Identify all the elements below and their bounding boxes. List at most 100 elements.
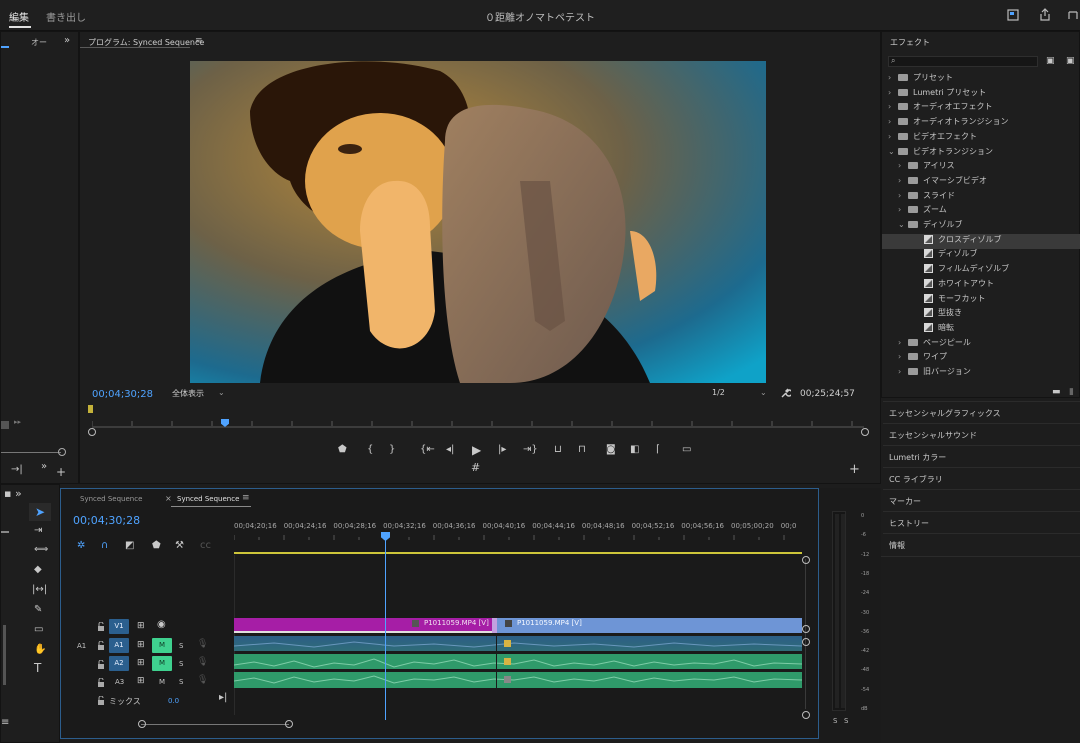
timeline-horizontal-scroll[interactable] [141,724,289,725]
work-area-bar[interactable] [234,552,802,554]
mark-out-icon[interactable]: } [389,445,395,455]
share-icon[interactable] [1039,8,1051,21]
selection-tool[interactable]: ➤ [29,503,51,521]
lock-icon[interactable] [97,622,105,631]
effects-tree-item[interactable]: ⌄ ビデオトランジション [882,146,1080,161]
mic-icon[interactable]: 🎙 [197,657,208,667]
effects-tree-item[interactable]: › イマーシブビデオ [882,175,1080,190]
video-clip-1[interactable]: P1011059.MP4 [V] [234,618,492,633]
chevron-right-icon[interactable]: › [898,191,908,200]
hand-icon[interactable]: ✋ [34,645,46,655]
timeline-vertical-scroll[interactable] [805,559,806,709]
snap-icon[interactable]: ∩ [101,541,108,551]
go-to-in-icon[interactable]: {⇤ [420,445,435,455]
vertical-scroll-knob-1[interactable] [802,556,810,564]
grid-icon[interactable]: # [471,462,480,473]
marker-icon[interactable]: ⬟ [338,445,347,455]
go-to-out-icon[interactable]: ⇥} [523,445,538,455]
effects-tree-item[interactable]: ⌄ ディゾルブ [882,219,1080,234]
vertical-scroll-knob-3[interactable] [802,638,810,646]
step-forward-icon[interactable]: |▸ [498,445,506,455]
timeline-ruler[interactable]: 00;04;20;16 00;04;24;16 00;04;28;16 00;04;3… [234,522,804,536]
go-to-end-icon[interactable]: ▸| [219,693,227,703]
chevron-right-icon[interactable]: › [898,176,908,185]
panel-overflow-icon-2[interactable]: » [41,462,47,472]
chevron-right-icon[interactable]: › [898,352,908,361]
video-clip-2[interactable]: P1011059.MP4 [V] [497,618,802,633]
effects-tree-item[interactable]: › プリセット [882,72,1080,87]
trim-icon[interactable]: ⌈ [656,445,660,455]
new-folder-icon[interactable]: ▬ [1052,387,1061,397]
panel-overflow-icon[interactable]: » [64,36,70,46]
eye-icon[interactable]: ◉ [157,620,166,630]
timeline-tab-1[interactable]: Synced Sequence [80,495,142,503]
a2-solo-button[interactable]: S [179,660,183,668]
add-marker-icon[interactable]: ⬟ [152,541,161,551]
v1-target-button[interactable]: V1 [109,619,129,634]
effects-tree-item[interactable]: 型抜き [882,307,1080,322]
chevron-right-icon[interactable]: › [888,102,898,111]
effects-tree-item[interactable]: ホワイトアウト [882,278,1080,293]
camera-icon[interactable]: ◙ [606,445,616,455]
vertical-scroll-knob-2[interactable] [802,625,810,633]
side-panel-tab[interactable]: ヒストリー [883,511,1080,532]
mic-icon[interactable]: 🎙 [197,675,208,685]
timeline-timecode[interactable]: 00;04;30;28 [73,514,140,527]
a1-target-button[interactable]: A1 [109,638,129,653]
new-custom-bin-icon[interactable]: ▣ [1066,56,1075,66]
zoom-left-knob[interactable] [88,428,96,436]
side-panel-tab[interactable]: 情報 [883,533,1080,554]
pen-icon[interactable]: ✎ [34,605,42,615]
mark-in-icon[interactable]: { [367,445,373,455]
effects-tree-item[interactable]: › スライド [882,190,1080,205]
effects-tree-item[interactable]: › ズーム [882,204,1080,219]
side-panel-tab[interactable]: マーカー [883,489,1080,510]
chevron-right-icon[interactable]: › [898,338,908,347]
effects-tree-item[interactable]: クロスディゾルブ [882,233,1080,249]
lock-icon[interactable] [97,641,105,650]
close-icon[interactable]: × [165,494,172,503]
panel-menu-icon[interactable]: ▪ [4,488,11,499]
side-panel-tab[interactable]: エッセンシャルサウンド [883,423,1080,444]
a1-solo-button[interactable]: S [179,642,183,650]
a1-source-label[interactable]: A1 [77,642,86,650]
side-panel-tab[interactable]: CC ライブラリ [883,467,1080,488]
chevron-right-icon[interactable]: › [888,132,898,141]
sync-lock-icon[interactable]: ⊞ [137,658,145,668]
play-icon[interactable]: ▶ [472,444,481,456]
wrench-icon[interactable] [780,388,791,399]
panel-menu-icon[interactable]: ≡ [242,493,250,503]
left-scrollbar[interactable] [3,625,6,685]
effects-tree-item[interactable]: › アイリス [882,160,1080,175]
a2-target-button[interactable]: A2 [109,656,129,671]
effects-tree-item[interactable]: モーフカット [882,293,1080,308]
left-panel-slider-knob[interactable] [58,448,66,456]
panel-overflow-icon[interactable]: » [15,488,22,499]
add-button-icon[interactable]: + [849,463,860,476]
timeline-settings-icon[interactable]: ⚒ [175,541,184,551]
chevron-right-icon[interactable]: › [898,367,908,376]
lock-icon[interactable] [97,660,105,669]
side-panel-tab[interactable]: Lumetri カラー [883,445,1080,466]
left-panel-slider[interactable] [1,452,61,453]
left-panel-scroll-handle[interactable] [1,421,9,429]
sync-lock-icon[interactable]: ⊞ [137,621,145,631]
sync-lock-icon[interactable]: ⊞ [137,640,145,650]
chevron-right-icon[interactable]: › [888,88,898,97]
a3-solo-button[interactable]: S [179,678,183,686]
add-button-icon[interactable]: + [56,466,66,478]
linked-selection-icon[interactable]: ◩ [125,541,134,551]
sync-lock-icon[interactable]: ⊞ [137,676,145,686]
mic-icon[interactable]: 🎙 [197,639,208,649]
horizontal-scroll-right-knob[interactable] [285,720,293,728]
comparison-view-icon[interactable]: ◧ [630,445,639,455]
effects-search-input[interactable]: ⌕ [888,56,1038,67]
left-panel-tab[interactable]: オー [31,37,47,48]
zoom-right-knob[interactable] [861,428,869,436]
chevron-right-icon[interactable]: › [888,73,898,82]
effects-tree-item[interactable]: › ワイプ [882,351,1080,366]
mix-value[interactable]: 0.0 [168,697,179,705]
effects-tree-item[interactable]: › オーディオトランジション [882,116,1080,131]
meter-solo-right[interactable]: S [844,717,848,725]
lock-icon[interactable] [97,696,105,705]
